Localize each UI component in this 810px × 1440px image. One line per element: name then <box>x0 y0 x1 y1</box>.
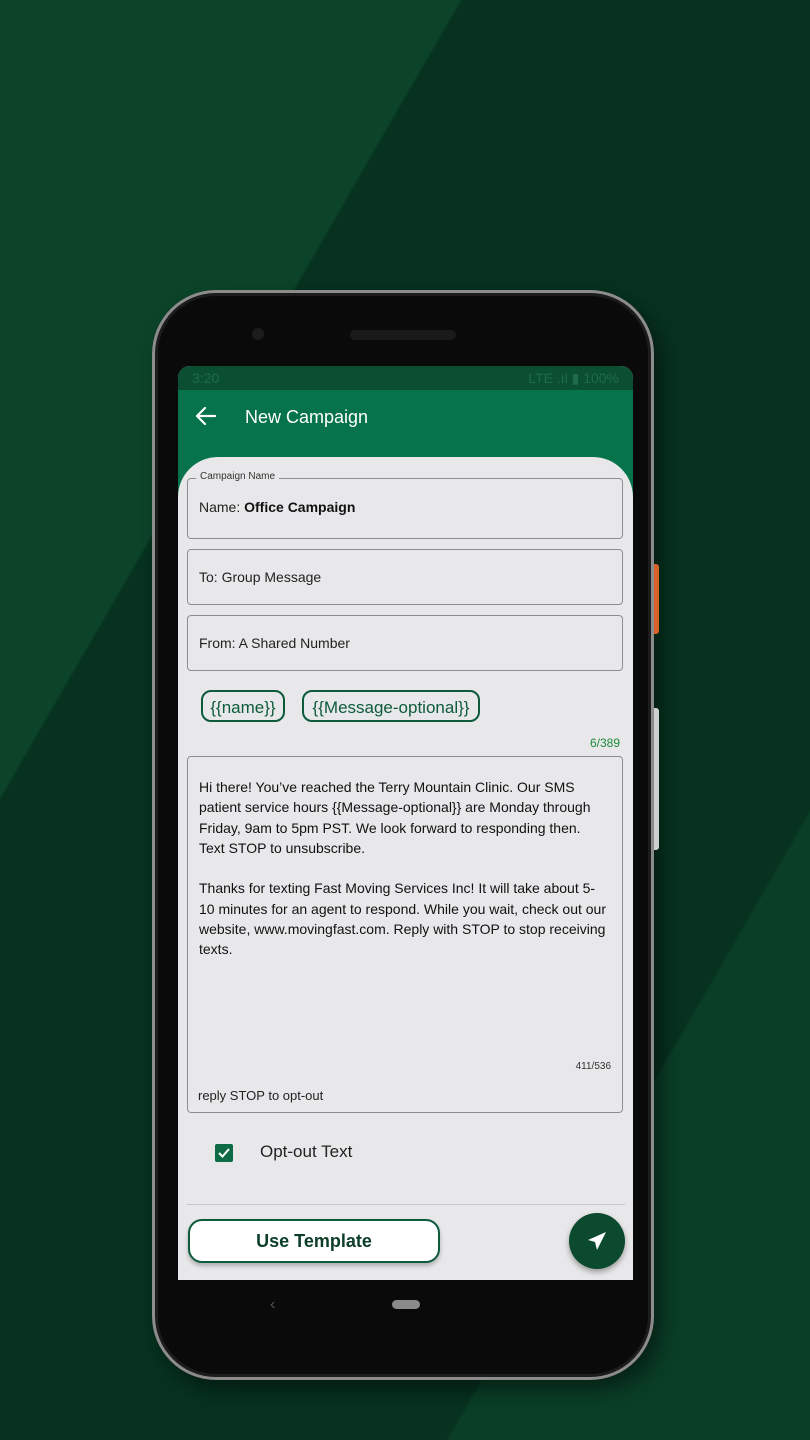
optout-checkbox[interactable] <box>215 1144 233 1162</box>
check-icon <box>218 1148 230 1158</box>
phone-volume-button <box>654 708 659 850</box>
use-template-button[interactable]: Use Template <box>188 1219 440 1263</box>
signal-icon: .ıl <box>556 370 568 386</box>
app-screen: 3:20 LTE .ıl ▮ 100% New Campaign Campaig… <box>178 366 633 1280</box>
chip-message-optional[interactable]: {{Message-optional}} <box>302 690 480 722</box>
send-icon <box>588 1232 606 1250</box>
network-label: LTE <box>528 370 553 386</box>
campaign-name-prefix: Name: <box>199 499 241 515</box>
nav-back-icon[interactable]: ‹ <box>270 1296 275 1314</box>
message-textarea[interactable]: Hi there! You’ve reached the Terry Mount… <box>187 756 623 1113</box>
status-time: 3:20 <box>192 370 220 386</box>
status-indicators: LTE .ıl ▮ 100% <box>528 370 619 387</box>
campaign-name-legend: Campaign Name <box>196 471 280 482</box>
back-arrow-icon[interactable] <box>192 406 220 430</box>
from-field-text: From: A Shared Number <box>199 635 350 651</box>
optout-checkbox-label: Opt-out Text <box>260 1142 353 1161</box>
campaign-name-value: Office Campaign <box>244 499 356 515</box>
phone-power-button <box>654 564 659 634</box>
phone-speaker <box>350 330 456 340</box>
page-title: New Campaign <box>245 407 369 427</box>
nav-home-icon[interactable] <box>392 1300 420 1309</box>
send-button[interactable] <box>569 1213 625 1269</box>
system-nav-bar: ‹ <box>178 1280 633 1330</box>
chip-name[interactable]: {{name}} <box>201 690 285 722</box>
optout-footer-text: reply STOP to opt-out <box>198 1088 324 1103</box>
campaign-name-field[interactable]: Campaign Name Name: Office Campaign <box>187 471 623 539</box>
to-field-text: To: Group Message <box>199 569 322 585</box>
message-count: 411/536 <box>575 1061 611 1072</box>
to-field[interactable]: To: Group Message <box>187 549 623 605</box>
from-field[interactable]: From: A Shared Number <box>187 615 623 671</box>
phone-camera <box>252 328 264 340</box>
character-counter: 6/389 <box>589 736 620 750</box>
battery-level: 100% <box>583 370 619 386</box>
divider <box>187 1204 625 1205</box>
status-bar: 3:20 LTE .ıl ▮ 100% <box>178 366 633 390</box>
message-text: Hi there! You’ve reached the Terry Mount… <box>199 779 607 958</box>
campaign-name-text: Name: Office Campaign <box>199 499 355 515</box>
battery-icon: ▮ <box>571 370 580 386</box>
